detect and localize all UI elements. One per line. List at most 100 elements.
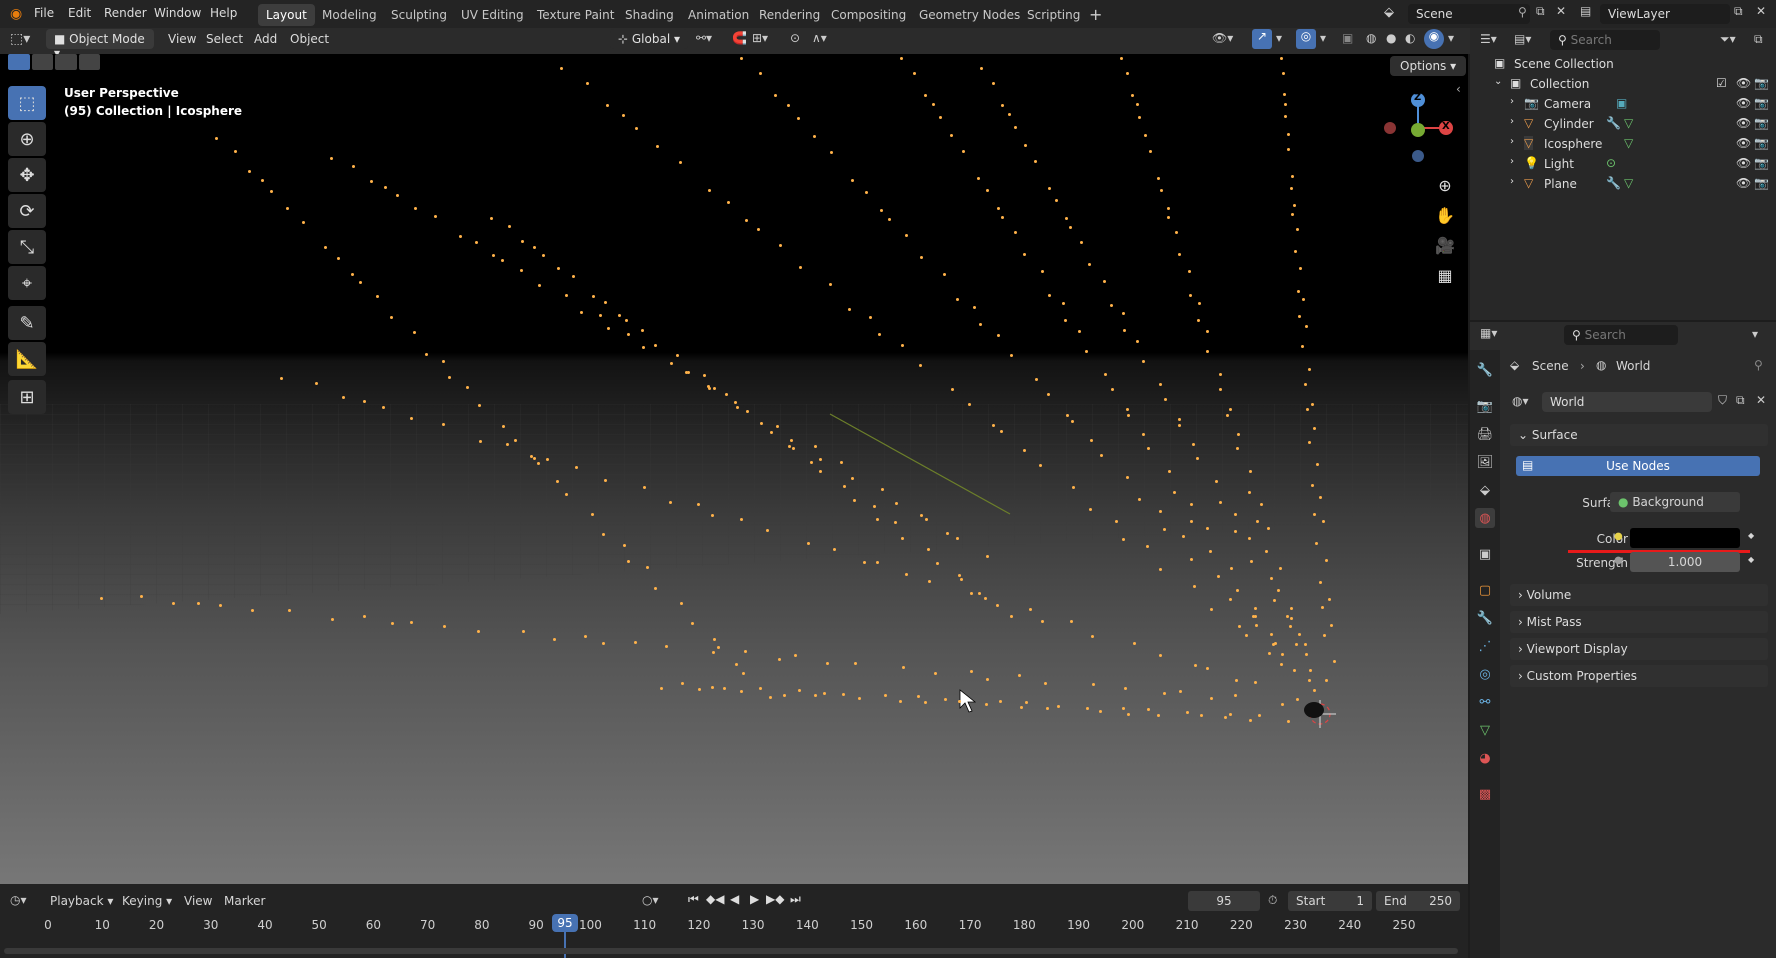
menu-window[interactable]: Window [154,6,201,20]
properties-search[interactable]: ⚲ Search [1564,325,1678,345]
navigation-gizmo[interactable]: Z X [1378,88,1458,168]
move-tool[interactable]: ✥ [8,158,46,192]
new-scene-icon[interactable]: ⧉ [1536,4,1545,19]
fake-user-icon[interactable]: ⛉ [1718,393,1727,408]
snap-icon[interactable]: 🧲 [732,31,747,45]
gizmo-toggle-icon[interactable]: ↗ [1252,29,1272,49]
tab-animation[interactable]: Animation [680,4,757,26]
world-selector[interactable]: ◍▾ World ⛉ ⧉ ✕ [1510,392,1768,412]
render-camera-icon[interactable]: 📷 [1754,176,1769,190]
tab-texture-paint[interactable]: Texture Paint [529,4,622,26]
render-camera-icon[interactable]: 📷 [1754,136,1769,150]
tab-layout[interactable]: Layout [258,4,315,26]
viewport-display-panel-header[interactable]: › Viewport Display [1510,638,1768,660]
scene-tab-icon[interactable]: ⬙ [1475,480,1495,500]
overlay-toggle-icon[interactable]: ◎ [1296,29,1316,49]
outliner-item-camera[interactable]: › 📷 Camera ▣ 👁 📷 [1470,94,1776,114]
scale-tool[interactable]: ⤡ [8,230,46,264]
menu-object[interactable]: Object [290,32,329,46]
world-tab-icon[interactable]: ◍ [1475,508,1495,528]
collapse-icon[interactable]: ⌄ [1494,76,1502,87]
eye-icon[interactable]: 👁 [1736,116,1751,130]
transform-tool[interactable]: ⌖ [8,266,46,300]
select-subtract-icon[interactable] [55,54,77,70]
new-world-icon[interactable]: ⧉ [1736,393,1745,408]
render-camera-icon[interactable]: 📷 [1754,76,1769,90]
timeline-editor-icon[interactable]: ◷▾ [10,893,27,907]
play-reverse-icon[interactable]: ◀ [730,892,739,906]
world-name-field[interactable]: World [1542,392,1712,412]
output-tab-icon[interactable]: 🖨 [1475,424,1495,444]
wireframe-shading-icon[interactable]: ◍ [1366,31,1376,45]
checkbox-icon[interactable]: ☑ [1716,76,1727,90]
play-icon[interactable]: ▶ [750,892,759,906]
constraints-tab-icon[interactable]: ⚯ [1475,692,1495,712]
current-frame-field[interactable]: 95 [1188,891,1260,911]
menu-add[interactable]: Add [254,32,277,46]
particles-tab-icon[interactable]: ⋰ [1475,636,1495,656]
properties-editor-icon[interactable]: ▦▾ [1480,326,1497,340]
keyframe-dot-icon[interactable]: ◆ [1748,531,1754,540]
strength-field[interactable]: 1.000 [1630,552,1740,572]
menu-select[interactable]: Select [206,32,243,46]
expand-icon[interactable]: › [1510,136,1514,147]
jump-start-icon[interactable]: ⏮ [688,892,699,907]
select-new-icon[interactable] [8,54,30,70]
prev-keyframe-icon[interactable]: ◆◀ [706,892,724,906]
use-nodes-button[interactable]: ▤ Use Nodes [1516,456,1760,476]
add-workspace-icon[interactable]: + [1089,5,1102,24]
start-frame-field[interactable]: Start 1 [1288,891,1372,911]
playback-menu[interactable]: Playback ▾ [50,894,113,908]
color-swatch[interactable] [1630,528,1740,548]
pin-icon[interactable]: ⚲ [1518,5,1527,19]
surface-shader-dropdown[interactable]: ● Background [1610,492,1740,512]
auto-keying-icon[interactable]: ○▾ [642,893,659,907]
render-camera-icon[interactable]: 📷 [1754,96,1769,110]
outliner-editor-icon[interactable]: ☰▾ [1480,32,1497,46]
falloff-icon[interactable]: ∧▾ [812,31,827,45]
modifier-tab-icon[interactable]: 🔧 [1475,608,1495,628]
expand-icon[interactable]: › [1510,96,1514,107]
mode-dropdown[interactable]: ■ Object Mode ▾ [46,29,154,60]
keying-menu[interactable]: Keying ▾ [122,894,172,908]
select-invert-icon[interactable] [78,54,100,70]
display-mode-icon[interactable]: ▤▾ [1514,32,1531,46]
new-view-layer-icon[interactable]: ⧉ [1734,4,1743,19]
menu-help[interactable]: Help [210,6,237,20]
outliner-item-plane[interactable]: › ▽ Plane 🔧 ▽ 👁 📷 [1470,174,1776,194]
data-tab-icon[interactable]: ▽ [1475,720,1495,740]
volume-panel-header[interactable]: › Volume [1510,584,1768,606]
select-extend-icon[interactable] [31,54,53,70]
view-layer-field[interactable]: ViewLayer [1600,4,1730,24]
eye-icon[interactable]: 👁 [1736,156,1751,170]
menu-edit[interactable]: Edit [68,6,91,20]
expand-icon[interactable]: › [1510,116,1514,127]
visibility-icon[interactable]: 👁▾ [1212,31,1233,45]
tool-tab-icon[interactable]: 🔧 [1475,360,1495,380]
eye-icon[interactable]: 👁 [1736,136,1751,150]
tab-shading[interactable]: Shading [617,4,682,26]
breadcrumb-scene[interactable]: Scene [1532,359,1569,373]
texture-tab-icon[interactable]: ▩ [1475,784,1495,804]
menu-file[interactable]: File [34,6,54,20]
tab-rendering[interactable]: Rendering [751,4,828,26]
measure-tool[interactable]: 📐 [8,342,46,376]
outliner-collection[interactable]: ⌄ ▣ Collection ☑ 👁 📷 [1470,74,1776,94]
next-keyframe-icon[interactable]: ▶◆ [766,892,784,906]
expand-icon[interactable]: › [1510,176,1514,187]
breadcrumb-world[interactable]: World [1616,359,1650,373]
select-box-tool[interactable]: ⬚ [8,86,46,120]
expand-icon[interactable]: › [1510,156,1514,167]
blender-logo-icon[interactable]: ◉ [10,6,28,22]
tab-scripting[interactable]: Scripting [1019,4,1088,26]
delete-scene-icon[interactable]: ✕ [1556,4,1566,18]
rendered-shading-icon[interactable]: ◉ [1424,29,1444,49]
material-tab-icon[interactable]: ◕ [1475,748,1495,768]
tab-uv-editing[interactable]: UV Editing [453,4,532,26]
render-camera-icon[interactable]: 📷 [1754,116,1769,130]
custom-properties-panel-header[interactable]: › Custom Properties [1510,665,1768,687]
scene-field[interactable]: Scene [1408,4,1530,24]
menu-render[interactable]: Render [104,6,147,20]
options-button[interactable]: Options ▾ [1390,56,1467,76]
end-frame-field[interactable]: End 250 [1376,891,1460,911]
